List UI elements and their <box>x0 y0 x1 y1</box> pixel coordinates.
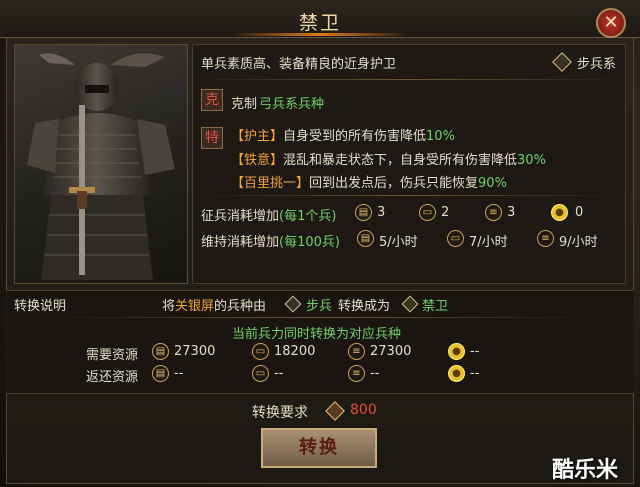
recruit-cost-grain: 3 <box>507 205 516 220</box>
conversion-text: 转换成为 <box>338 299 391 314</box>
conversion-panel: 转换说明 将关银屏的兵种由 步兵 转换成为 禁卫 当前兵力同时转换为对应兵种 需… <box>6 290 634 394</box>
grain-icon: ≡ <box>348 365 365 382</box>
coin-icon: ● <box>551 204 568 221</box>
trait-text: 回到出发点后，伤兵只能恢复 <box>309 176 479 191</box>
wood-icon: ▤ <box>152 365 169 382</box>
upkeep-cost-iron: 7/小时 <box>469 235 508 250</box>
need-grain: 27300 <box>370 344 412 359</box>
counter-target: 弓兵系兵种 <box>259 97 325 112</box>
conversion-text: 的兵种由 <box>214 299 267 314</box>
need-wood: 27300 <box>174 344 216 359</box>
recruit-cost-wood: 3 <box>377 205 386 220</box>
trait-value: 30% <box>517 153 546 168</box>
recruit-cost-iron: 2 <box>441 205 450 220</box>
conversion-text: 将 <box>162 299 176 314</box>
need-label: 需要资源 <box>86 348 139 363</box>
iron-icon: ▭ <box>252 365 269 382</box>
dialog-title: 禁卫 <box>298 12 341 34</box>
need-iron: 18200 <box>274 344 316 359</box>
unit-portrait <box>14 44 188 284</box>
coin-icon: ● <box>448 343 465 360</box>
recruit-unit-text: (每1个兵) <box>279 209 337 224</box>
coin-icon: ● <box>448 365 465 382</box>
grain-icon: ≡ <box>537 230 554 247</box>
conversion-note: 当前兵力同时转换为对应兵种 <box>232 327 402 342</box>
trait-name: 【百里挑一】 <box>231 176 310 191</box>
trait-value: 10% <box>426 129 455 144</box>
title-glow <box>230 33 410 36</box>
iron-icon: ▭ <box>419 204 436 221</box>
counter-badge: 克 <box>201 89 223 111</box>
return-grain: -- <box>370 366 380 381</box>
return-label: 返还资源 <box>86 370 139 385</box>
upkeep-cost-wood: 5/小时 <box>379 235 418 250</box>
trait-text: 混乱和暴走状态下，自身受所有伤害降低 <box>283 153 518 168</box>
iron-icon: ▭ <box>447 230 464 247</box>
from-unit: 步兵 <box>306 299 333 314</box>
to-unit: 禁卫 <box>422 299 449 314</box>
divider <box>46 317 596 318</box>
unit-info-panel: 单兵素质高、装备精良的近身护卫 步兵系 克 克制 弓兵系兵种 特 【护主】自身受… <box>192 44 626 284</box>
wood-icon: ▤ <box>152 343 169 360</box>
return-wood: -- <box>174 366 184 381</box>
recruit-cost-label: 征兵消耗增加(每1个兵) <box>201 205 336 224</box>
trait-text: 自身受到的所有伤害降低 <box>283 129 427 144</box>
wood-icon: ▤ <box>355 204 372 221</box>
trait-row: 【百里挑一】回到出发点后，伤兵只能恢复90% <box>231 172 507 191</box>
trait-badge: 特 <box>201 127 223 149</box>
return-coin: -- <box>470 366 480 381</box>
recruit-cost-coin: 0 <box>575 205 584 220</box>
watermark: 酷乐米 <box>552 458 619 483</box>
trait-name: 【铁意】 <box>231 153 284 168</box>
upkeep-label-text: 维持消耗增加 <box>201 235 280 250</box>
title-bar: 禁卫 ✕ <box>0 0 640 38</box>
upkeep-unit-text: (每100兵) <box>279 235 340 250</box>
iron-icon: ▭ <box>252 343 269 360</box>
trait-row: 【护主】自身受到的所有伤害降低10% <box>231 125 455 144</box>
guard-type-icon <box>401 295 419 313</box>
conversion-line: 将关银屏的兵种由 <box>162 295 266 314</box>
infantry-type-icon <box>552 52 572 72</box>
grain-icon: ≡ <box>485 204 502 221</box>
trait-row: 【铁意】混乱和暴走状态下，自身受所有伤害降低30% <box>231 149 546 168</box>
upkeep-cost-label: 维持消耗增加(每100兵) <box>201 231 340 250</box>
trait-name: 【护主】 <box>231 129 284 144</box>
counter-prefix: 克制 <box>231 97 258 112</box>
armored-guard-illustration <box>27 51 175 280</box>
infantry-type-icon <box>284 295 302 313</box>
conversion-heading: 转换说明 <box>14 299 67 314</box>
trait-value: 90% <box>478 176 507 191</box>
divider <box>193 79 623 80</box>
recruit-label-text: 征兵消耗增加 <box>201 209 280 224</box>
grain-icon: ≡ <box>348 343 365 360</box>
requirement-label: 转换要求 <box>252 405 308 421</box>
wood-icon: ▤ <box>357 230 374 247</box>
need-coin: -- <box>470 344 480 359</box>
return-iron: -- <box>274 366 284 381</box>
unit-category: 步兵系 <box>577 57 617 72</box>
requirement-value: 800 <box>350 402 377 418</box>
hero-name: 关银屏 <box>175 299 215 314</box>
divider <box>193 195 623 196</box>
convert-button[interactable]: 转换 <box>261 428 377 468</box>
upkeep-cost-grain: 9/小时 <box>559 235 598 250</box>
close-button[interactable]: ✕ <box>596 8 626 38</box>
unit-description: 单兵素质高、装备精良的近身护卫 <box>201 57 397 72</box>
